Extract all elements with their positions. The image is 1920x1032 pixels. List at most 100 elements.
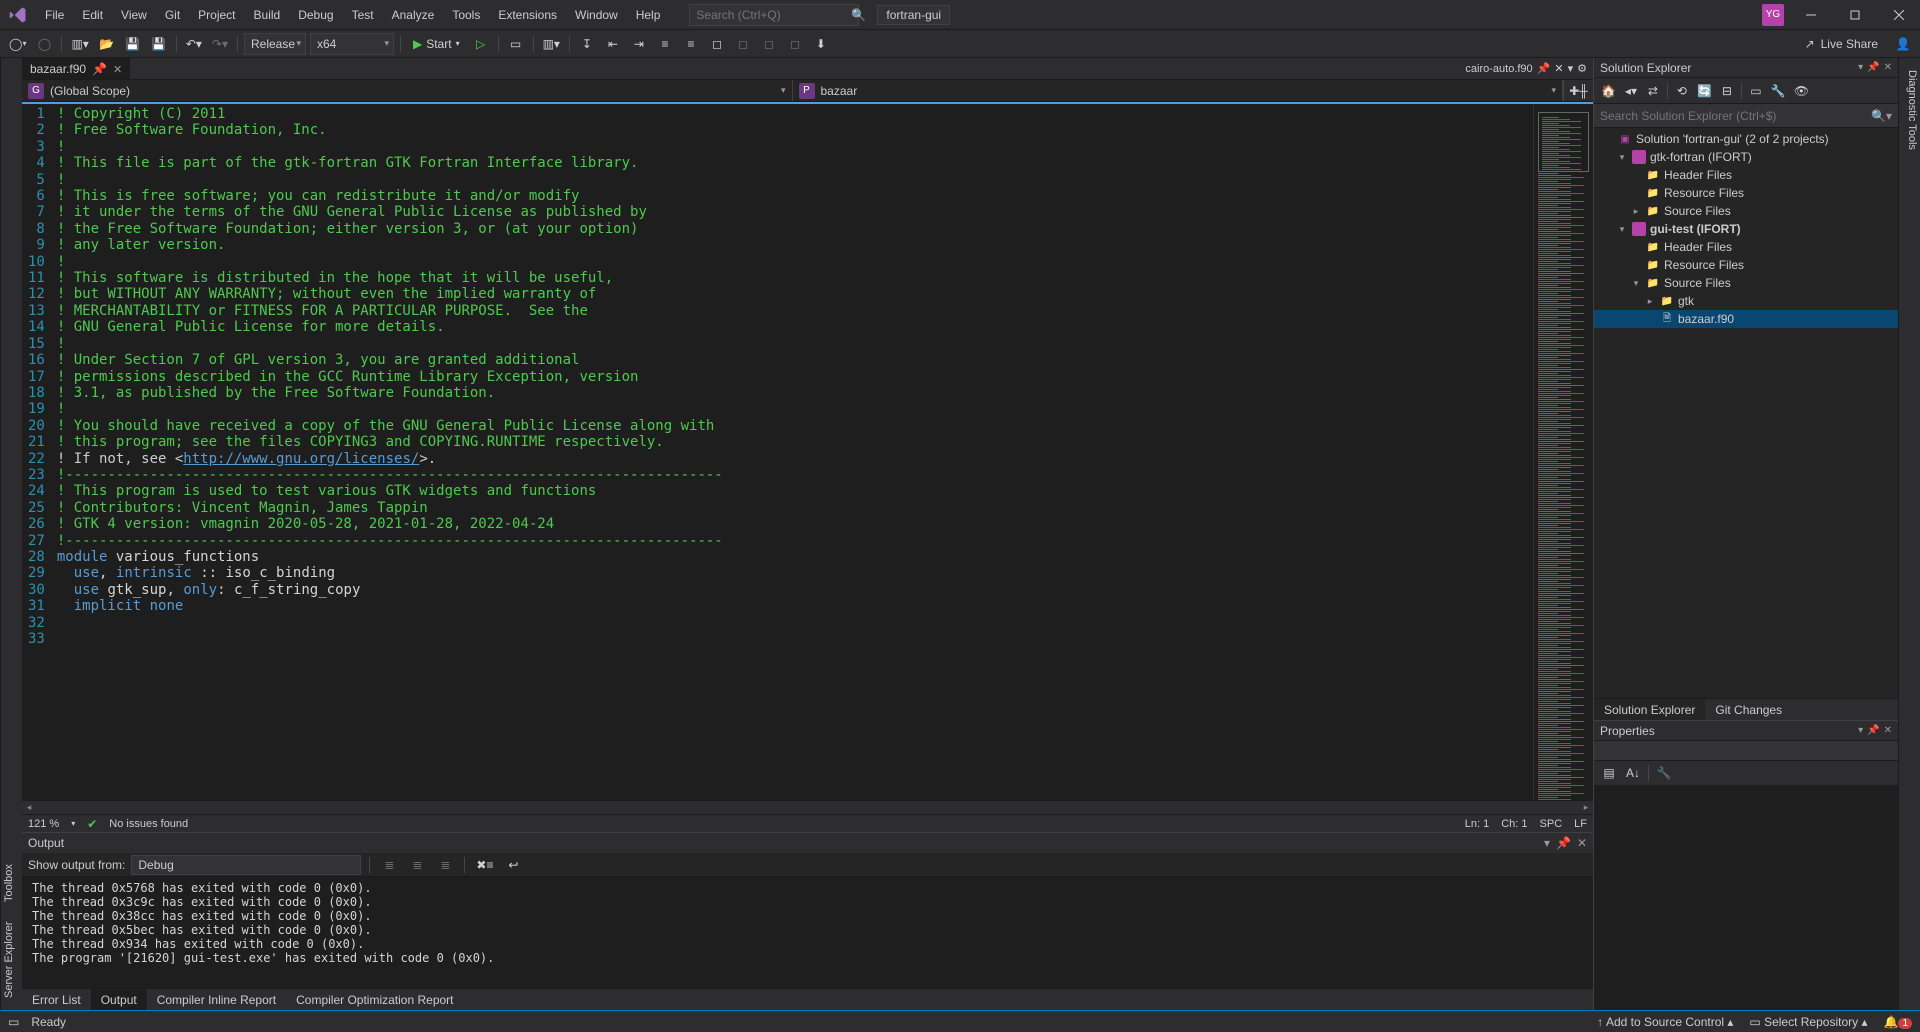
live-share-button[interactable]: ↗ Live Share — [1795, 37, 1888, 51]
global-search[interactable]: 🔍 — [689, 4, 859, 26]
props-categorized-button[interactable]: ▤ — [1598, 762, 1620, 784]
minimap[interactable] — [1533, 104, 1593, 800]
side-tab-toolbox[interactable]: Toolbox — [1, 860, 22, 906]
se-back-button[interactable]: ◂▾ — [1621, 81, 1641, 101]
tb-icon-4[interactable]: ⇤ — [602, 33, 624, 55]
new-project-button[interactable]: ▥▾ — [68, 33, 91, 55]
feedback-button[interactable]: 👤 — [1892, 33, 1914, 55]
props-close-icon[interactable]: ✕ — [1884, 725, 1892, 736]
se-refresh-button[interactable]: 🔄 — [1694, 81, 1715, 101]
tb-icon-10[interactable]: ◻ — [758, 33, 780, 55]
maximize-button[interactable] — [1838, 0, 1872, 30]
add-source-control[interactable]: ↑ Add to Source Control ▴ — [1597, 1015, 1733, 1029]
platform-dropdown[interactable]: x64 — [310, 33, 394, 55]
bottom-tab-compiler-inline-report[interactable]: Compiler Inline Report — [147, 989, 286, 1010]
preview-tab-label[interactable]: cairo-auto.f90 — [1465, 63, 1532, 75]
tb-icon-6[interactable]: ≡ — [654, 33, 676, 55]
menu-project[interactable]: Project — [189, 0, 244, 29]
menu-help[interactable]: Help — [627, 0, 670, 29]
se-properties-button[interactable]: 🔧 — [1768, 81, 1789, 101]
se-pin-icon[interactable]: 📌 — [1867, 62, 1879, 73]
issues-text[interactable]: No issues found — [109, 818, 188, 830]
menu-window[interactable]: Window — [566, 0, 627, 29]
tree-node[interactable]: 📁Header Files — [1594, 166, 1898, 184]
pin-icon[interactable]: 📌 — [92, 62, 107, 76]
output-pin-icon[interactable]: 📌 — [1556, 836, 1571, 850]
se-home-button[interactable]: 🏠 — [1598, 81, 1619, 101]
minimize-button[interactable] — [1794, 0, 1828, 30]
window-options-icon[interactable]: ⚙ — [1577, 62, 1587, 75]
side-tab-server-explorer[interactable]: Server Explorer — [1, 918, 22, 1002]
tree-node[interactable]: ▾📁Source Files — [1594, 274, 1898, 292]
indent-mode[interactable]: SPC — [1540, 818, 1563, 830]
menu-extensions[interactable]: Extensions — [489, 0, 566, 29]
tb-icon-7[interactable]: ≡ — [680, 33, 702, 55]
se-dropdown-icon[interactable]: ▾ — [1858, 62, 1863, 73]
se-showall-button[interactable]: ▭ — [1746, 81, 1766, 101]
preview-close-icon[interactable]: ✕ — [1554, 62, 1563, 75]
props-dropdown-icon[interactable]: ▾ — [1858, 725, 1863, 736]
tb-icon-1[interactable]: ▭ — [505, 33, 527, 55]
open-file-button[interactable]: 📂 — [96, 33, 118, 55]
save-all-button[interactable]: 💾 — [148, 33, 170, 55]
bottom-tab-output[interactable]: Output — [91, 989, 147, 1010]
menu-git[interactable]: Git — [156, 0, 189, 29]
line-ending[interactable]: LF — [1574, 818, 1587, 830]
tb-icon-3[interactable]: ↧ — [576, 33, 598, 55]
tree-node[interactable]: ▾gui-test (IFORT) — [1594, 220, 1898, 238]
output-window-icon[interactable]: ▭ — [8, 1015, 19, 1029]
menu-file[interactable]: File — [36, 0, 73, 29]
props-pages-button[interactable]: 🔧 — [1653, 762, 1675, 784]
solution-name-label[interactable]: fortran-gui — [877, 5, 950, 25]
zoom-level[interactable]: 121 % — [28, 818, 59, 830]
config-dropdown[interactable]: Release — [244, 33, 306, 55]
output-text[interactable]: The thread 0x5768 has exited with code 0… — [22, 877, 1593, 988]
tree-node[interactable]: ▸📁gtk — [1594, 292, 1898, 310]
undo-button[interactable]: ↶▾ — [183, 33, 205, 55]
bottom-tab-compiler-optimization-report[interactable]: Compiler Optimization Report — [286, 989, 463, 1010]
notifications[interactable]: 🔔1 — [1883, 1015, 1912, 1029]
preview-pin-icon[interactable]: 📌 — [1537, 62, 1551, 75]
se-search-input[interactable] — [1600, 109, 1871, 123]
redo-button[interactable]: ↷▾ — [209, 33, 231, 55]
forward-button[interactable]: ◯ — [33, 33, 55, 55]
tree-node[interactable]: ▸📁Source Files — [1594, 202, 1898, 220]
cursor-col[interactable]: Ch: 1 — [1501, 818, 1527, 830]
save-button[interactable]: 💾 — [122, 33, 144, 55]
se-preview-button[interactable]: 👁 — [1791, 81, 1812, 101]
scope-left-dropdown[interactable]: G (Global Scope) — [22, 80, 793, 101]
start-no-debug-button[interactable]: ▷ — [470, 33, 492, 55]
se-close-icon[interactable]: ✕ — [1884, 62, 1892, 73]
close-button[interactable] — [1882, 0, 1916, 30]
close-tab-icon[interactable]: ✕ — [113, 63, 122, 76]
menu-test[interactable]: Test — [343, 0, 383, 29]
solution-tree[interactable]: ▣Solution 'fortran-gui' (2 of 2 projects… — [1594, 128, 1898, 698]
props-alpha-button[interactable]: A↓ — [1622, 762, 1644, 784]
output-source-dropdown[interactable]: Debug — [131, 855, 361, 875]
menu-build[interactable]: Build — [245, 0, 290, 29]
editor-horizontal-scrollbar[interactable]: ◂▸ — [22, 800, 1593, 814]
se-tab-solution-explorer[interactable]: Solution Explorer — [1594, 699, 1705, 720]
side-tab-diagnostic-tools[interactable]: Diagnostic Tools — [1899, 66, 1920, 154]
tree-node[interactable]: 📁Header Files — [1594, 238, 1898, 256]
tree-node[interactable]: ▣Solution 'fortran-gui' (2 of 2 projects… — [1594, 130, 1898, 148]
menu-tools[interactable]: Tools — [443, 0, 489, 29]
code-editor[interactable]: 1234567891011121314151617181920212223242… — [22, 104, 1533, 800]
menu-analyze[interactable]: Analyze — [383, 0, 444, 29]
tree-node[interactable]: 🗎bazaar.f90 — [1594, 310, 1898, 328]
tree-node[interactable]: 📁Resource Files — [1594, 256, 1898, 274]
se-tab-git-changes[interactable]: Git Changes — [1705, 699, 1792, 720]
se-switch-views-button[interactable]: ⇄ — [1643, 81, 1663, 101]
menu-view[interactable]: View — [112, 0, 156, 29]
tb-icon-5[interactable]: ⇥ — [628, 33, 650, 55]
properties-grid[interactable] — [1594, 785, 1898, 1010]
tb-icon-11[interactable]: ◻ — [784, 33, 806, 55]
split-editor-button[interactable]: ✚╫ — [1563, 80, 1593, 101]
properties-object-dropdown[interactable] — [1594, 741, 1898, 761]
code-lines[interactable]: ! Copyright (C) 2011! Free Software Foun… — [57, 104, 1533, 800]
scope-right-dropdown[interactable]: P bazaar — [793, 80, 1564, 101]
props-pin-icon[interactable]: 📌 — [1867, 725, 1879, 736]
editor-tab-active[interactable]: bazaar.f90 📌 ✕ — [22, 58, 130, 79]
tb-icon-12[interactable]: ⬇ — [810, 33, 832, 55]
out-btn-wrap[interactable]: ↩ — [502, 854, 524, 876]
